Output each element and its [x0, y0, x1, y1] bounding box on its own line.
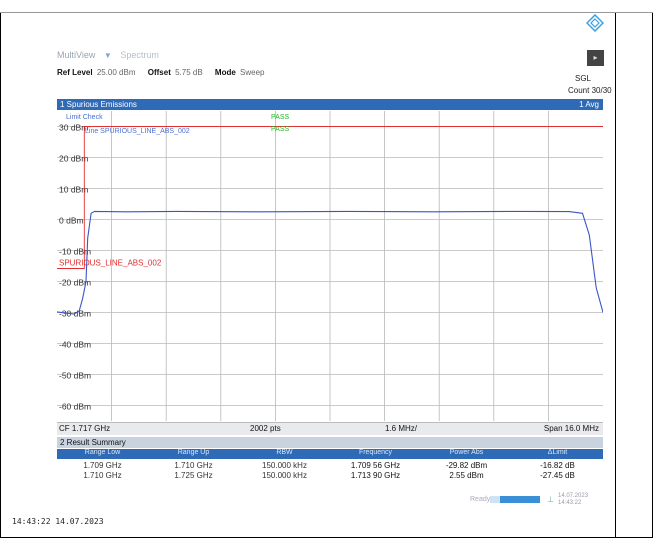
mode-value: Sweep [240, 68, 265, 77]
offset-label: Offset [147, 68, 171, 77]
cell-power-abs: 2.55 dBm [449, 471, 484, 480]
y-tick-label: -50 dBm [59, 371, 91, 381]
span-label: Span 16.0 MHz [543, 424, 599, 433]
status-datetime: 14.07.2023 14:43:22 [558, 493, 588, 507]
cell-range-low: 1.710 GHz [83, 471, 122, 480]
table-row: 1.709 GHz 1.710 GHz 150.000 kHz 1.709 56… [57, 461, 603, 470]
avg-indicator: 1 Avg [579, 100, 599, 109]
tab-bar: MultiView ▼ Spectrum [57, 50, 165, 60]
window-title: 1 Spurious Emissions [60, 100, 137, 109]
cell-range-up: 1.725 GHz [174, 471, 213, 480]
pass-indicator: PASS [271, 114, 289, 121]
col-range-low: Range Low [84, 449, 121, 456]
window-titlebar[interactable]: 1 Spurious Emissions 1 Avg [57, 99, 603, 110]
limit-line-tag: SPURIOUS_LINE_ABS_002 [59, 258, 162, 267]
table-row: 1.710 GHz 1.725 GHz 150.000 kHz 1.713 90… [57, 471, 603, 480]
divider-line [615, 0, 616, 538]
ref-level-label: Ref Level [57, 68, 93, 77]
cell-frequency: 1.709 56 GHz [350, 461, 401, 470]
cell-delta-limit: -16.82 dB [540, 461, 575, 470]
col-frequency: Frequency [358, 449, 393, 456]
cell-range-low: 1.709 GHz [83, 461, 122, 470]
tab-spectrum[interactable]: Spectrum [120, 50, 159, 60]
col-range-up: Range Up [177, 449, 210, 456]
pass-indicator: PASS [271, 126, 289, 133]
network-icon: ⊥ [547, 495, 554, 504]
y-tick-label: -60 dBm [59, 402, 91, 412]
cell-power-abs: -29.82 dBm [445, 461, 488, 470]
tab-multiview[interactable]: MultiView [57, 50, 95, 60]
capture-timestamp: 14:43:22 14.07.2023 [12, 517, 104, 526]
col-delta-limit: ΔLimit [547, 449, 568, 456]
parameter-bar: Ref Level 25.00 dBm Offset 5.75 dB Mode … [57, 68, 275, 77]
cell-rbw: 150.000 kHz [262, 471, 307, 480]
cell-rbw: 150.000 kHz [262, 461, 307, 470]
header-band [0, 0, 653, 13]
col-power-abs: Power Abs [449, 449, 484, 456]
division-label: 1.6 MHz/ [385, 424, 418, 433]
limit-check-label: Limit Check [66, 114, 103, 121]
progress-bar [500, 496, 540, 503]
rohde-schwarz-logo-icon [586, 14, 604, 32]
mode-label: Mode [214, 68, 236, 77]
y-tick-label: -40 dBm [59, 340, 91, 350]
sweep-mode-indicator: SGL [575, 74, 592, 83]
points-label: 2002 pts [250, 424, 281, 433]
limit-line-name: Line SPURIOUS_LINE_ABS_002 [85, 128, 190, 135]
spectrum-plot[interactable]: 30 dBm 20 dBm 10 dBm 0 dBm -10 dBm -20 dBm -30… [57, 111, 603, 421]
cell-frequency: 1.713 90 GHz [350, 471, 401, 480]
offset-value: 5.75 dB [175, 68, 203, 77]
y-tick-label: -10 dBm [59, 247, 91, 257]
progress-track [490, 496, 500, 503]
center-frequency-label: CF 1.717 GHz [59, 424, 111, 433]
col-rbw: RBW [276, 449, 293, 456]
status-ready: Ready [470, 496, 491, 503]
tab-caret-icon: ▼ [103, 51, 112, 60]
ref-level-value: 25.00 dBm [96, 68, 136, 77]
result-summary-header: Range Low Range Up RBW Frequency Power A… [57, 449, 603, 459]
menu-button[interactable]: ▸ [587, 50, 604, 66]
spectrum-chart: 30 dBm20 dBm10 dBm0 dBm-10 dBm-20 dBm-30… [57, 111, 603, 421]
status-date: 14.07.2023 [558, 493, 589, 499]
plot-footer: CF 1.717 GHz 2002 pts 1.6 MHz/ Span 16.0… [57, 422, 603, 435]
status-time: 14:43:22 [558, 500, 582, 506]
cell-range-up: 1.710 GHz [174, 461, 213, 470]
result-summary-title: 2 Result Summary [57, 437, 603, 448]
cell-delta-limit: -27.45 dB [540, 471, 575, 480]
sweep-count: Count 30/30 [568, 86, 612, 95]
y-tick-label: 0 dBm [59, 216, 84, 226]
